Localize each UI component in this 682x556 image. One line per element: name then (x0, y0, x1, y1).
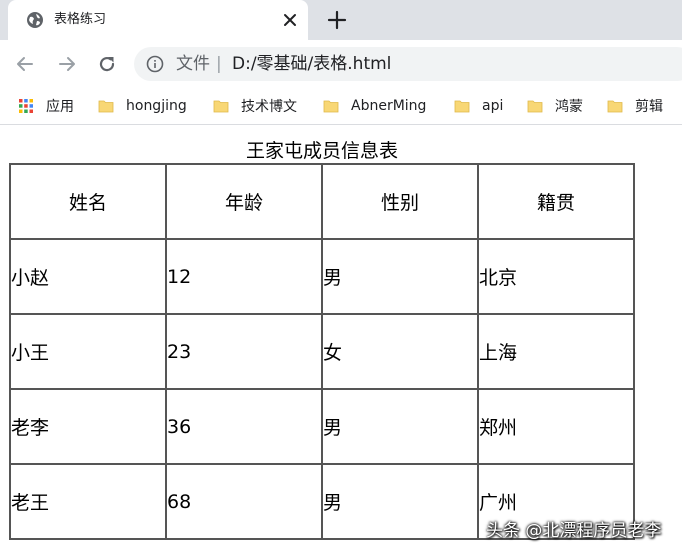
cell-hometown: 北京 (478, 239, 634, 314)
bookmark-apps[interactable]: 应用 (18, 88, 74, 124)
header-age: 年龄 (166, 164, 322, 239)
globe-icon (27, 12, 43, 28)
cell-name: 老王 (10, 464, 166, 539)
bookmark-abnerming[interactable]: AbnerMing (323, 88, 426, 124)
address-bar[interactable]: 文件 | D:/零基础/表格.html (134, 47, 682, 81)
info-icon[interactable] (146, 55, 164, 73)
bookmark-label: 鸿蒙 (555, 99, 583, 115)
close-icon[interactable] (280, 10, 300, 30)
folder-icon (607, 100, 623, 113)
cell-gender: 男 (322, 239, 478, 314)
address-scheme-label: 文件 (176, 54, 210, 74)
browser-tab[interactable]: 表格练习 (8, 0, 308, 40)
forward-arrow-icon[interactable] (55, 52, 79, 76)
table-row: 小赵 12 男 北京 (10, 239, 634, 314)
member-info-table: 姓名 年龄 性别 籍贯 小赵 12 男 北京 小王 23 女 上海 老李 36 … (9, 163, 635, 540)
header-gender: 性别 (322, 164, 478, 239)
folder-icon (527, 100, 543, 113)
bookmark-label: 技术博文 (241, 99, 297, 115)
new-tab-plus-icon[interactable] (326, 9, 348, 31)
cell-age: 23 (166, 314, 322, 389)
cell-name: 老李 (10, 389, 166, 464)
table-caption: 王家屯成员信息表 (245, 140, 398, 162)
bookmark-label: 应用 (46, 99, 74, 115)
bookmark-label: hongjing (126, 98, 187, 114)
bookmark-label: AbnerMing (351, 98, 427, 114)
folder-icon (323, 100, 339, 113)
folder-icon (213, 100, 229, 113)
address-url[interactable]: D:/零基础/表格.html (232, 54, 391, 74)
cell-age: 68 (166, 464, 322, 539)
bookmark-editing[interactable]: 剪辑 (607, 88, 663, 124)
cell-age: 36 (166, 389, 322, 464)
bookmark-tech-blog[interactable]: 技术博文 (213, 88, 297, 124)
bookmark-hongjing[interactable]: hongjing (98, 88, 187, 124)
table-header-row: 姓名 年龄 性别 籍贯 (10, 164, 634, 239)
table-row: 小王 23 女 上海 (10, 314, 634, 389)
tab-strip: 表格练习 (0, 0, 682, 40)
bookmark-label: 剪辑 (635, 99, 663, 115)
reload-icon[interactable] (95, 52, 119, 76)
cell-gender: 男 (322, 464, 478, 539)
apps-grid-icon (19, 99, 33, 113)
back-arrow-icon[interactable] (13, 52, 37, 76)
folder-icon (98, 100, 114, 113)
cell-hometown: 郑州 (478, 389, 634, 464)
folder-icon (454, 100, 470, 113)
bookmarks-bar: 应用 hongjing 技术博文 AbnerMing api 鸿蒙 剪辑 (0, 88, 682, 125)
table-row: 老李 36 男 郑州 (10, 389, 634, 464)
bookmark-harmony[interactable]: 鸿蒙 (527, 88, 583, 124)
header-name: 姓名 (10, 164, 166, 239)
cell-gender: 男 (322, 389, 478, 464)
cell-name: 小赵 (10, 239, 166, 314)
cell-age: 12 (166, 239, 322, 314)
watermark: 头条 @北漂程序员老李 (486, 521, 662, 541)
address-separator: | (216, 54, 222, 74)
bookmark-label: api (482, 98, 504, 114)
header-hometown: 籍贯 (478, 164, 634, 239)
cell-hometown: 上海 (478, 314, 634, 389)
bookmark-api[interactable]: api (454, 88, 503, 124)
tab-title: 表格练习 (54, 12, 107, 27)
cell-name: 小王 (10, 314, 166, 389)
cell-gender: 女 (322, 314, 478, 389)
